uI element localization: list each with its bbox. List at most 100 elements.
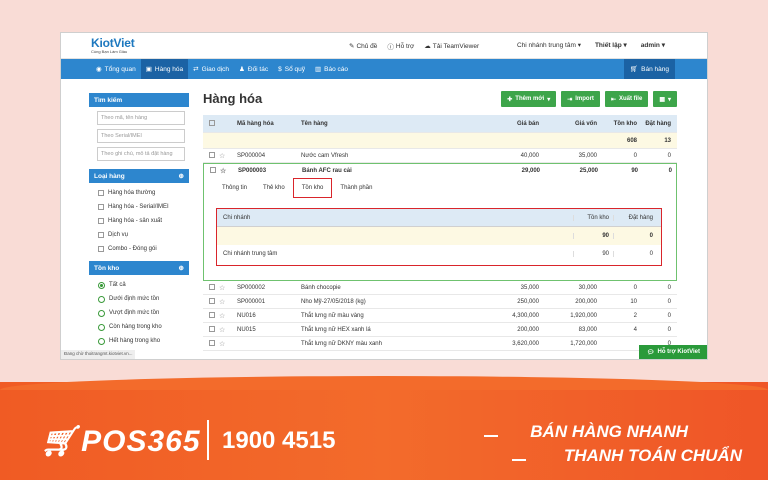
nav-overview[interactable]: ◉ Tổng quan: [91, 59, 141, 79]
nav-transactions[interactable]: ⇄ Giao dịch: [188, 59, 234, 79]
table-row[interactable]: ☆ NU016 Thắt lưng nữ màu vàng 4,300,000 1,92…: [203, 309, 677, 323]
tab-inventory[interactable]: Tồn kho: [292, 178, 333, 198]
export-button[interactable]: ⇤ Xuất file: [604, 91, 649, 107]
slogan-line-1: BÁN HÀNG NHANH: [530, 422, 688, 441]
plus-icon[interactable]: ⊕: [179, 264, 184, 272]
table-row[interactable]: ☆ SP000004 Nước cam Vfresh 40,000 35,000…: [203, 149, 677, 163]
nav-reports[interactable]: ▥ Báo cáo: [310, 59, 353, 79]
teamviewer-link[interactable]: ☁ Tải TeamViewer: [424, 41, 479, 51]
user-label: admin: [640, 42, 660, 49]
add-new-button[interactable]: ✚ Thêm mới ▾: [501, 91, 557, 107]
stock-label: Vượt định mức tồn: [109, 310, 160, 316]
star-icon[interactable]: ☆: [220, 167, 232, 175]
select-all-checkbox[interactable]: [209, 119, 215, 126]
table-row[interactable]: ☆ NU015 Thắt lưng nữ HEX xanh lá 200,000 83,…: [203, 323, 677, 337]
stock-option[interactable]: Còn hàng trong kho: [98, 323, 189, 331]
row-checkbox[interactable]: [209, 283, 215, 290]
chevron-down-icon: ▾: [577, 42, 581, 49]
exchange-icon: ⇄: [193, 66, 199, 73]
table-row[interactable]: ☆ SP000002 Bánh chocopie 35,000 30,000 0 0: [203, 281, 677, 295]
col-stock[interactable]: Tồn kho: [597, 121, 637, 127]
cell-code: SP000003: [238, 168, 267, 174]
checkbox[interactable]: [98, 232, 104, 238]
stock-option[interactable]: Hết hàng trong kho: [98, 337, 189, 345]
table-row-selected[interactable]: ☆ SP000003 Bánh AFC rau cải 29,000 25,00…: [204, 164, 676, 178]
stock-panel-header[interactable]: Tồn kho ⊕: [89, 261, 189, 275]
cell-code: SP000004: [237, 152, 266, 159]
cell-name: Nho Mỹ-27/05/2018 (kg): [301, 298, 366, 305]
total-stock: 608: [626, 137, 637, 144]
star-icon[interactable]: ☆: [219, 326, 231, 334]
type-option[interactable]: Dịch vụ: [98, 231, 189, 239]
cell-code: SP000001: [237, 298, 266, 305]
col-name[interactable]: Tên hàng: [301, 121, 481, 127]
col-code[interactable]: Mã hàng hóa: [231, 121, 301, 127]
radio[interactable]: [98, 337, 105, 345]
tab-stock-card[interactable]: Thẻ kho: [255, 180, 293, 196]
sale-button[interactable]: 🛒︎ Bán hàng: [623, 59, 675, 79]
type-option[interactable]: Hàng hóa - sản xuất: [98, 217, 189, 225]
tab-info[interactable]: Thông tin: [214, 180, 255, 196]
row-checkbox[interactable]: [210, 167, 216, 173]
support-link[interactable]: ⓘ Hỗ trợ: [387, 41, 414, 52]
radio[interactable]: [98, 281, 105, 289]
stock-option[interactable]: Vượt định mức tồn: [98, 309, 189, 317]
row-checkbox[interactable]: [209, 151, 215, 158]
col-order[interactable]: Đặt hàng: [637, 121, 671, 127]
row-checkbox[interactable]: [209, 339, 215, 346]
grid-view-button[interactable]: ▦ ▾: [653, 91, 677, 107]
search-serial-input[interactable]: Theo Serial/IMEI: [97, 129, 185, 143]
checkbox[interactable]: [98, 190, 104, 196]
user-menu[interactable]: admin ▾: [641, 41, 665, 49]
radio[interactable]: [98, 309, 105, 317]
type-option[interactable]: Hàng hóa thường: [98, 189, 189, 197]
star-icon[interactable]: ☆: [219, 284, 231, 292]
type-option[interactable]: Hàng hóa - Serial/IMEI: [98, 203, 189, 211]
search-code-input[interactable]: Theo mã, tên hàng: [97, 111, 185, 125]
cell-name: Thắt lưng nữ HEX xanh lá: [301, 326, 371, 333]
table-row[interactable]: ☆ Thắt lưng nữ DKNY màu xanh 3,620,000 1,72…: [203, 337, 677, 351]
nav-products-label: Hàng hóa: [154, 65, 184, 73]
kiotviet-logo[interactable]: KiotViet Cùng Bạn Làm Giàu: [91, 36, 135, 54]
radio[interactable]: [98, 295, 105, 303]
nav-products[interactable]: ▣ Hàng hóa: [140, 59, 189, 79]
chat-icon: 💬︎: [646, 349, 655, 356]
radio[interactable]: [98, 323, 105, 331]
cell-cost: 1,920,000: [570, 312, 597, 319]
type-panel-header[interactable]: Loại hàng ⊕: [89, 169, 189, 183]
stock-option[interactable]: Dưới định mức tồn: [98, 295, 189, 303]
table-row[interactable]: ☆ SP000001 Nho Mỹ-27/05/2018 (kg) 250,000 20…: [203, 295, 677, 309]
stock-option[interactable]: Tất cả: [98, 281, 189, 289]
export-icon: ⇤: [610, 96, 616, 103]
settings-menu[interactable]: Thiết lập ▾: [595, 41, 627, 49]
row-checkbox[interactable]: [209, 311, 215, 318]
row-checkbox[interactable]: [209, 325, 215, 332]
plus-icon[interactable]: ⊕: [179, 172, 184, 180]
branch-stock: 90: [573, 251, 613, 257]
star-icon[interactable]: ☆: [219, 298, 231, 306]
nav-overview-label: Tổng quan: [104, 65, 136, 73]
cell-name: Thắt lưng nữ màu vàng: [301, 312, 364, 319]
col-cost[interactable]: Giá vốn: [539, 121, 597, 127]
star-icon[interactable]: ☆: [219, 312, 231, 320]
star-icon[interactable]: ☆: [219, 152, 231, 160]
checkbox[interactable]: [98, 246, 104, 252]
nav-cashbook[interactable]: $ Sổ quỹ: [273, 59, 310, 79]
row-checkbox[interactable]: [209, 297, 215, 304]
type-option[interactable]: Combo - Đóng gói: [98, 245, 189, 253]
star-icon[interactable]: ☆: [219, 340, 231, 348]
stock-label: Hết hàng trong kho: [109, 338, 161, 344]
nav-partners[interactable]: ♟ Đối tác: [234, 59, 273, 79]
import-button[interactable]: ⇥ Import: [561, 91, 600, 107]
chevron-down-icon: ▾: [661, 42, 665, 49]
cart-icon: 🛒︎: [629, 66, 639, 73]
sidebar: Tìm kiếm Theo mã, tên hàng Theo Serial/I…: [89, 93, 189, 345]
theme-link[interactable]: ✎ Chủ đề: [349, 41, 377, 51]
branch-select[interactable]: Chi nhánh trung tâm ▾: [517, 41, 581, 49]
search-note-input[interactable]: Theo ghi chú, mô tả đặt hàng: [97, 147, 185, 161]
col-price[interactable]: Giá bán: [481, 121, 539, 127]
tab-components[interactable]: Thành phần: [332, 180, 380, 196]
support-chat-button[interactable]: 💬︎ Hỗ trợ KiotViet: [638, 345, 707, 359]
checkbox[interactable]: [98, 218, 104, 224]
checkbox[interactable]: [98, 204, 104, 210]
